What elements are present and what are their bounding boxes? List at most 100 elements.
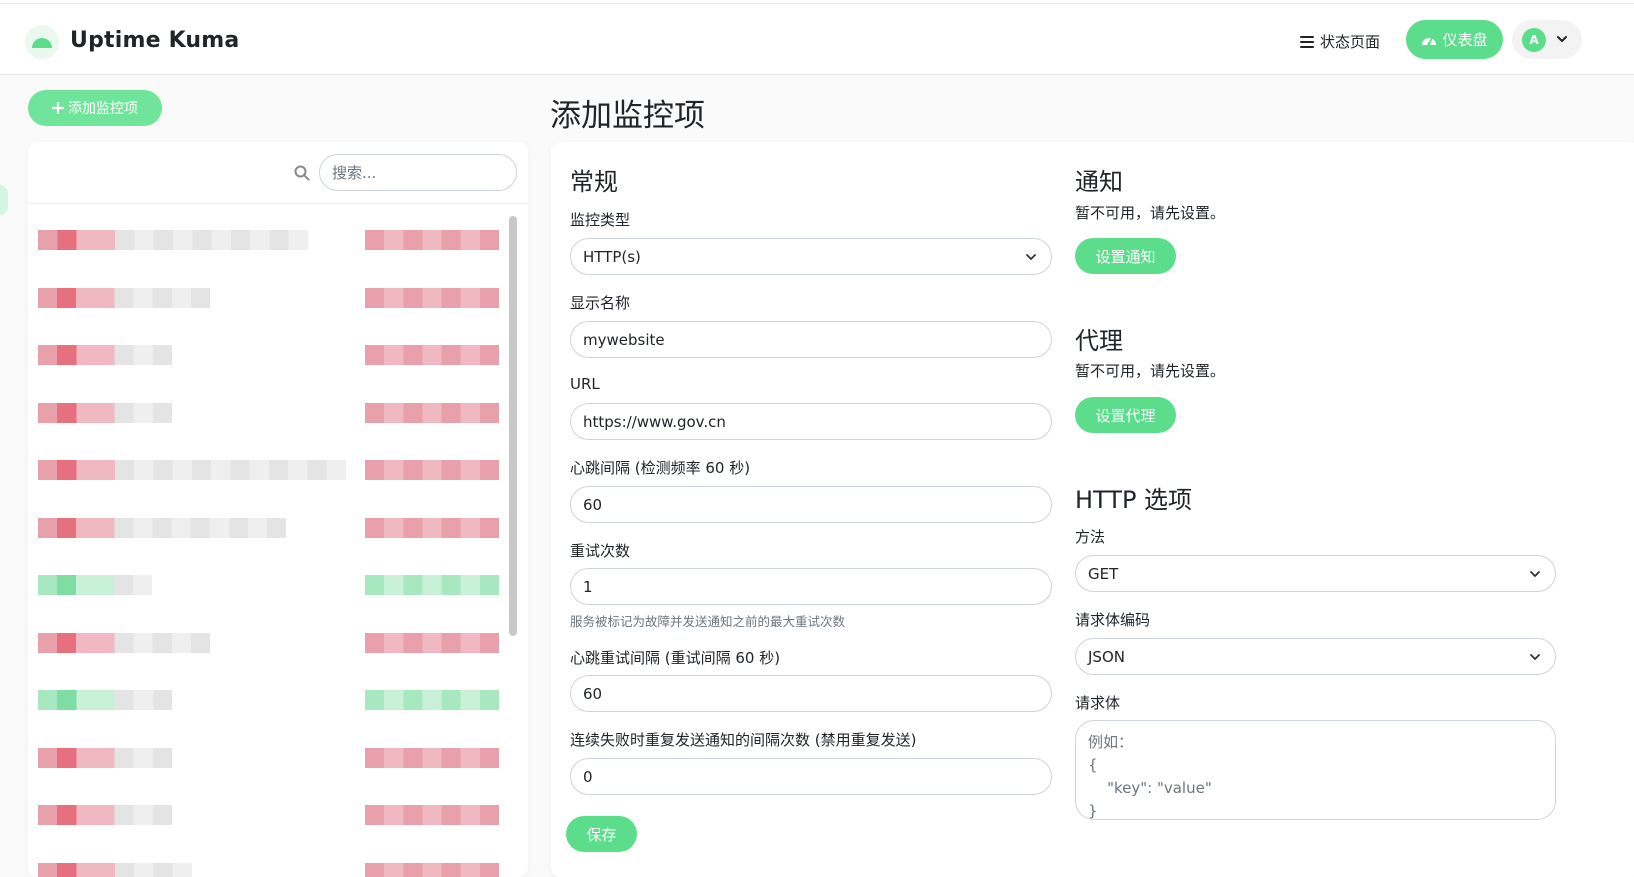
monitor-list-item[interactable] (38, 565, 508, 605)
monitor-name (38, 287, 210, 308)
resend-interval-value: 0 (583, 767, 593, 786)
heartbeat-bar (365, 402, 499, 423)
url-input[interactable]: https://www.gov.cn (570, 403, 1052, 440)
retries-input[interactable]: 1 (570, 568, 1052, 605)
status-page-label: 状态页面 (1320, 33, 1381, 51)
monitor-type-select[interactable]: HTTP(s) (570, 238, 1052, 275)
notifications-heading: 通知 (1075, 168, 1123, 196)
heartbeat-bar (365, 747, 499, 768)
monitor-name (38, 345, 172, 365)
save-button[interactable]: 保存 (566, 816, 637, 852)
http-options-heading: HTTP 选项 (1075, 486, 1193, 514)
retry-interval-label: 心跳重试间隔 (重试间隔 60 秒) (570, 649, 781, 667)
resend-interval-input[interactable]: 0 (570, 758, 1052, 795)
search-input[interactable] (319, 154, 517, 191)
heartbeat-bar (365, 805, 499, 825)
monitor-name (38, 460, 346, 480)
body-encoding-value: JSON (1088, 647, 1125, 666)
url-value: https://www.gov.cn (583, 412, 726, 431)
heartbeat-bar (365, 575, 499, 595)
body-textarea[interactable]: 例如： { "key": "value" } (1075, 720, 1556, 820)
monitor-list-item[interactable] (38, 508, 508, 548)
tachometer-icon (1422, 36, 1437, 46)
chevron-down-icon (1530, 571, 1540, 578)
search-icon (294, 165, 310, 181)
retry-interval-value: 60 (583, 684, 603, 703)
page-title: 添加监控项 (550, 98, 705, 134)
monitor-name (38, 517, 286, 538)
monitor-list-panel (28, 142, 528, 877)
method-select[interactable]: GET (1075, 555, 1556, 592)
heartbeat-bar (365, 862, 499, 877)
heartbeat-bar (365, 230, 499, 250)
method-label: 方法 (1075, 528, 1106, 546)
monitor-list-item[interactable] (38, 278, 508, 318)
chevron-down-icon (1557, 36, 1567, 43)
add-monitor-label: 添加监控项 (68, 101, 138, 117)
monitor-list-item[interactable] (38, 450, 508, 490)
dashboard-label: 仪表盘 (1442, 31, 1488, 49)
monitor-name (38, 575, 152, 595)
method-value: GET (1088, 564, 1119, 583)
heartbeat-bar (365, 287, 499, 308)
setup-proxy-button[interactable]: 设置代理 (1075, 397, 1176, 433)
body-encoding-label: 请求体编码 (1075, 611, 1151, 629)
url-label: URL (570, 375, 600, 393)
friendly-name-label: 显示名称 (570, 294, 631, 312)
monitor-list-item[interactable] (38, 680, 508, 720)
retries-label: 重试次数 (570, 542, 631, 560)
monitor-type-label: 监控类型 (570, 211, 631, 229)
top-navbar: Uptime Kuma 状态页面 仪表盘 A (0, 4, 1634, 75)
heartbeat-interval-label: 心跳间隔 (检测频率 60 秒) (570, 459, 751, 477)
body-label: 请求体 (1075, 694, 1121, 712)
monitor-list-scrollbar[interactable] (509, 216, 517, 636)
monitor-type-value: HTTP(s) (583, 247, 641, 266)
retries-help-text: 服务被标记为故障并发送通知之前的最大重试次数 (570, 614, 846, 629)
monitor-form: 常规 监控类型 HTTP(s) 显示名称 mywebsite URL https… (551, 142, 1634, 877)
search-bar (28, 142, 528, 204)
proxy-heading: 代理 (1075, 327, 1123, 355)
monitor-name (38, 862, 192, 877)
chevron-down-icon (1530, 654, 1540, 661)
monitor-name (38, 747, 172, 768)
monitor-name (38, 805, 172, 825)
setup-notification-button[interactable]: 设置通知 (1075, 238, 1176, 274)
monitor-list-item[interactable] (38, 853, 508, 877)
monitor-list-item[interactable] (38, 335, 508, 375)
notifications-unavailable-text: 暂不可用，请先设置。 (1075, 204, 1226, 222)
plus-icon (52, 102, 64, 114)
status-page-link[interactable]: 状态页面 (1300, 31, 1380, 52)
heartbeat-interval-input[interactable]: 60 (570, 486, 1052, 523)
friendly-name-input[interactable]: mywebsite (570, 321, 1052, 358)
heartbeat-bar (365, 632, 499, 653)
monitor-name (38, 690, 172, 710)
resend-interval-label: 连续失败时重复发送通知的间隔次数 (禁用重复发送) (570, 731, 917, 749)
uptime-kuma-logo-icon[interactable] (24, 24, 60, 60)
add-monitor-button[interactable]: 添加监控项 (28, 90, 162, 126)
heartbeat-bar (365, 690, 499, 710)
heartbeat-bar (365, 460, 499, 480)
app-name[interactable]: Uptime Kuma (70, 28, 239, 53)
dashboard-button[interactable]: 仪表盘 (1406, 20, 1503, 59)
avatar: A (1522, 28, 1546, 52)
retries-value: 1 (583, 577, 593, 596)
list-icon (1300, 35, 1314, 48)
retry-interval-input[interactable]: 60 (570, 675, 1052, 712)
heartbeat-bar (365, 517, 499, 538)
monitor-list-item[interactable] (38, 393, 508, 433)
monitor-list-item[interactable] (38, 738, 508, 778)
friendly-name-value: mywebsite (583, 330, 665, 349)
monitor-list-item[interactable] (38, 795, 508, 835)
profile-dropdown[interactable]: A (1512, 20, 1582, 59)
body-encoding-select[interactable]: JSON (1075, 638, 1556, 675)
general-heading: 常规 (570, 168, 618, 196)
collapsed-sidebar-handle[interactable] (0, 185, 8, 215)
monitor-name (38, 632, 210, 653)
proxy-unavailable-text: 暂不可用，请先设置。 (1075, 362, 1226, 380)
chevron-down-icon (1026, 254, 1036, 261)
heartbeat-interval-value: 60 (583, 495, 603, 514)
monitor-list-item[interactable] (38, 220, 508, 260)
monitor-name (38, 402, 172, 423)
heartbeat-bar (365, 345, 499, 365)
monitor-list-item[interactable] (38, 623, 508, 663)
